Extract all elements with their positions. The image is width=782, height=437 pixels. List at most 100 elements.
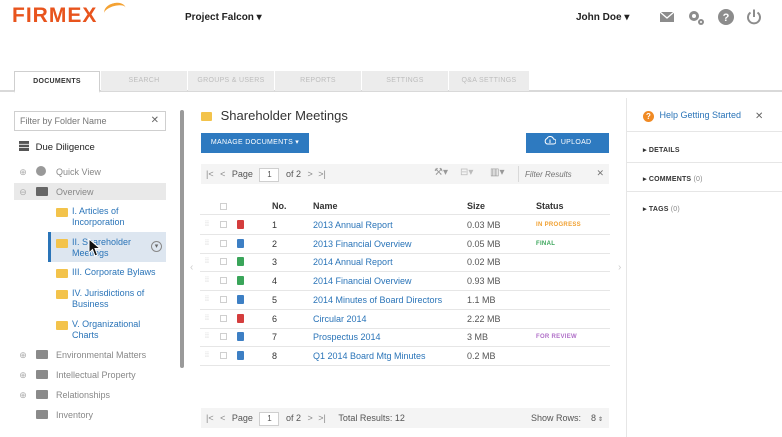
first-page-icon[interactable]: |< — [206, 169, 214, 179]
first-page-icon[interactable]: |< — [206, 413, 214, 423]
clear-filter-icon[interactable]: ✕ — [151, 115, 159, 126]
drag-handle-icon[interactable]: ⁞⁞ — [205, 291, 209, 309]
document-name-link[interactable]: Q1 2014 Board Mtg Minutes — [313, 347, 426, 365]
details-section[interactable]: ▸ DETAILS — [643, 146, 680, 154]
last-page-icon[interactable]: >| — [318, 169, 326, 179]
root-folder[interactable]: Due Diligence — [19, 141, 95, 155]
document-name-link[interactable]: 2013 Annual Report — [313, 216, 393, 234]
document-name-link[interactable]: Prospectus 2014 — [313, 328, 381, 346]
subfolder-jurisdictions[interactable]: IV. Jurisdictions of Business — [52, 288, 166, 310]
drag-handle-icon[interactable]: ⁞⁞ — [205, 272, 209, 290]
drag-handle-icon[interactable]: ⁞⁞ — [205, 235, 209, 253]
tree-relationships[interactable]: ⊕ Relationships — [18, 386, 110, 404]
subfolder-org-charts[interactable]: V. Organizational Charts — [52, 319, 166, 341]
table-row[interactable]: ⁞⁞ 1 2013 Annual Report 0.03 MB IN PROGRESS — [200, 216, 610, 234]
page-input[interactable]: 1 — [259, 411, 280, 426]
collapse-icon[interactable]: ⊖ — [18, 183, 28, 201]
folder-options-icon[interactable]: ▾ — [151, 241, 162, 252]
document-name-link[interactable]: 2013 Financial Overview — [313, 235, 412, 253]
tab-reports[interactable]: REPORTS — [275, 71, 361, 91]
tree-inventory[interactable]: Inventory — [18, 406, 93, 424]
tree-environmental[interactable]: ⊕ Environmental Matters — [18, 346, 146, 364]
row-number: 1 — [272, 220, 278, 230]
table-row[interactable]: ⁞⁞ 5 2014 Minutes of Board Directors 1.1 MB — [200, 291, 610, 309]
column-header-name[interactable]: Name — [313, 201, 338, 211]
document-name-link[interactable]: 2014 Annual Report — [313, 253, 393, 271]
tab-documents[interactable]: DOCUMENTS — [14, 71, 100, 93]
tree-quick-view[interactable]: ⊕ Quick View — [18, 163, 101, 181]
table-row[interactable]: ⁞⁞ 4 2014 Financial Overview 0.93 MB — [200, 272, 610, 290]
firmex-logo[interactable]: FIRMEX — [12, 4, 97, 28]
next-page-icon[interactable]: > — [307, 413, 312, 423]
table-row[interactable]: ⁞⁞ 7 Prospectus 2014 3 MB FOR REVIEW — [200, 328, 610, 346]
drag-handle-icon[interactable]: ⁞⁞ — [205, 328, 209, 346]
row-checkbox[interactable] — [220, 221, 227, 228]
tab-search[interactable]: SEARCH — [101, 71, 187, 91]
settings-gear-icon[interactable] — [687, 8, 705, 26]
help-getting-started[interactable]: ? Help Getting Started — [643, 110, 741, 122]
expand-icon[interactable]: ⊕ — [18, 346, 28, 364]
tab-qa-settings[interactable]: Q&A SETTINGS — [449, 71, 529, 91]
user-menu[interactable]: John Doe ▾ — [576, 12, 629, 23]
row-checkbox[interactable] — [220, 240, 227, 247]
folder-title: Shareholder Meetings — [201, 108, 348, 123]
row-checkbox[interactable] — [220, 258, 227, 265]
column-header-status[interactable]: Status — [536, 201, 564, 211]
row-checkbox[interactable] — [220, 277, 227, 284]
help-icon[interactable]: ? — [717, 8, 735, 26]
table-row[interactable]: ⁞⁞ 3 2014 Annual Report 0.02 MB — [200, 253, 610, 271]
mail-icon[interactable] — [658, 8, 676, 26]
clear-results-filter-icon[interactable]: ✕ — [596, 168, 604, 179]
drag-handle-icon[interactable]: ⁞⁞ — [205, 347, 209, 365]
table-row[interactable]: ⁞⁞ 8 Q1 2014 Board Mtg Minutes 0.2 MB — [200, 347, 610, 365]
document-name-link[interactable]: 2014 Financial Overview — [313, 272, 412, 290]
tree-overview[interactable]: ⊖ Overview — [18, 183, 94, 201]
folder-filter-input[interactable] — [15, 112, 145, 130]
row-checkbox[interactable] — [220, 333, 227, 340]
expand-icon[interactable]: ⊕ — [18, 366, 28, 384]
subfolder-articles[interactable]: I. Articles of Incorporation — [52, 206, 166, 228]
row-checkbox[interactable] — [220, 296, 227, 303]
comments-section[interactable]: ▸ COMMENTS (0) — [643, 175, 703, 183]
drag-handle-icon[interactable]: ⁞⁞ — [205, 253, 209, 271]
tags-section[interactable]: ▸ TAGS (0) — [643, 205, 680, 213]
drag-handle-icon[interactable]: ⁞⁞ — [205, 216, 209, 234]
page-input[interactable]: 1 — [259, 167, 280, 182]
column-header-size[interactable]: Size — [467, 201, 485, 211]
manage-documents-button[interactable]: MANAGE DOCUMENTS ▾ — [201, 133, 309, 153]
next-page-icon[interactable]: > — [307, 169, 312, 179]
subfolder-shareholder-meetings[interactable]: II. Shareholder Meetings ▾ — [52, 237, 166, 259]
expand-icon[interactable]: ⊕ — [18, 163, 28, 181]
tab-groups-users[interactable]: GROUPS & USERS — [188, 71, 274, 91]
document-name-link[interactable]: 2014 Minutes of Board Directors — [313, 291, 442, 309]
table-row[interactable]: ⁞⁞ 2 2013 Financial Overview 0.05 MB FINAL — [200, 235, 610, 253]
archive-icon[interactable]: ⊟▾ — [460, 167, 473, 178]
row-checkbox[interactable] — [220, 315, 227, 322]
project-selector[interactable]: Project Falcon ▾ — [185, 12, 262, 23]
prev-page-icon[interactable]: < — [220, 413, 225, 423]
last-page-icon[interactable]: >| — [318, 413, 326, 423]
show-rows-select[interactable]: 8 ⇕ — [591, 411, 607, 425]
sidebar-scrollbar[interactable] — [180, 110, 184, 368]
upload-button[interactable]: UPLOAD — [526, 133, 609, 153]
prev-page-icon[interactable]: < — [220, 169, 225, 179]
tree-intellectual-property[interactable]: ⊕ Intellectual Property — [18, 366, 136, 384]
subfolder-bylaws[interactable]: III. Corporate Bylaws — [52, 267, 166, 279]
row-checkbox[interactable] — [220, 352, 227, 359]
collapse-panel-arrow-icon[interactable]: › — [618, 262, 621, 273]
select-arrows-icon: ⇕ — [598, 417, 604, 423]
collapse-tree-arrow-icon[interactable]: ‹ — [190, 262, 193, 273]
column-header-no[interactable]: No. — [272, 201, 287, 211]
close-panel-icon[interactable]: ✕ — [755, 111, 763, 122]
table-row[interactable]: ⁞⁞ 6 Circular 2014 2.22 MB — [200, 310, 610, 328]
select-all-checkbox[interactable] — [220, 203, 227, 210]
tab-settings[interactable]: SETTINGS — [362, 71, 448, 91]
power-icon[interactable] — [745, 8, 763, 26]
filter-results-input[interactable] — [521, 166, 591, 182]
columns-icon[interactable]: ▥▾ — [490, 167, 504, 178]
expand-icon[interactable]: ⊕ — [18, 386, 28, 404]
tools-icon[interactable]: ⚒▾ — [434, 167, 448, 178]
drag-handle-icon[interactable]: ⁞⁞ — [205, 310, 209, 328]
folder-open-icon — [35, 187, 48, 196]
document-name-link[interactable]: Circular 2014 — [313, 310, 367, 328]
